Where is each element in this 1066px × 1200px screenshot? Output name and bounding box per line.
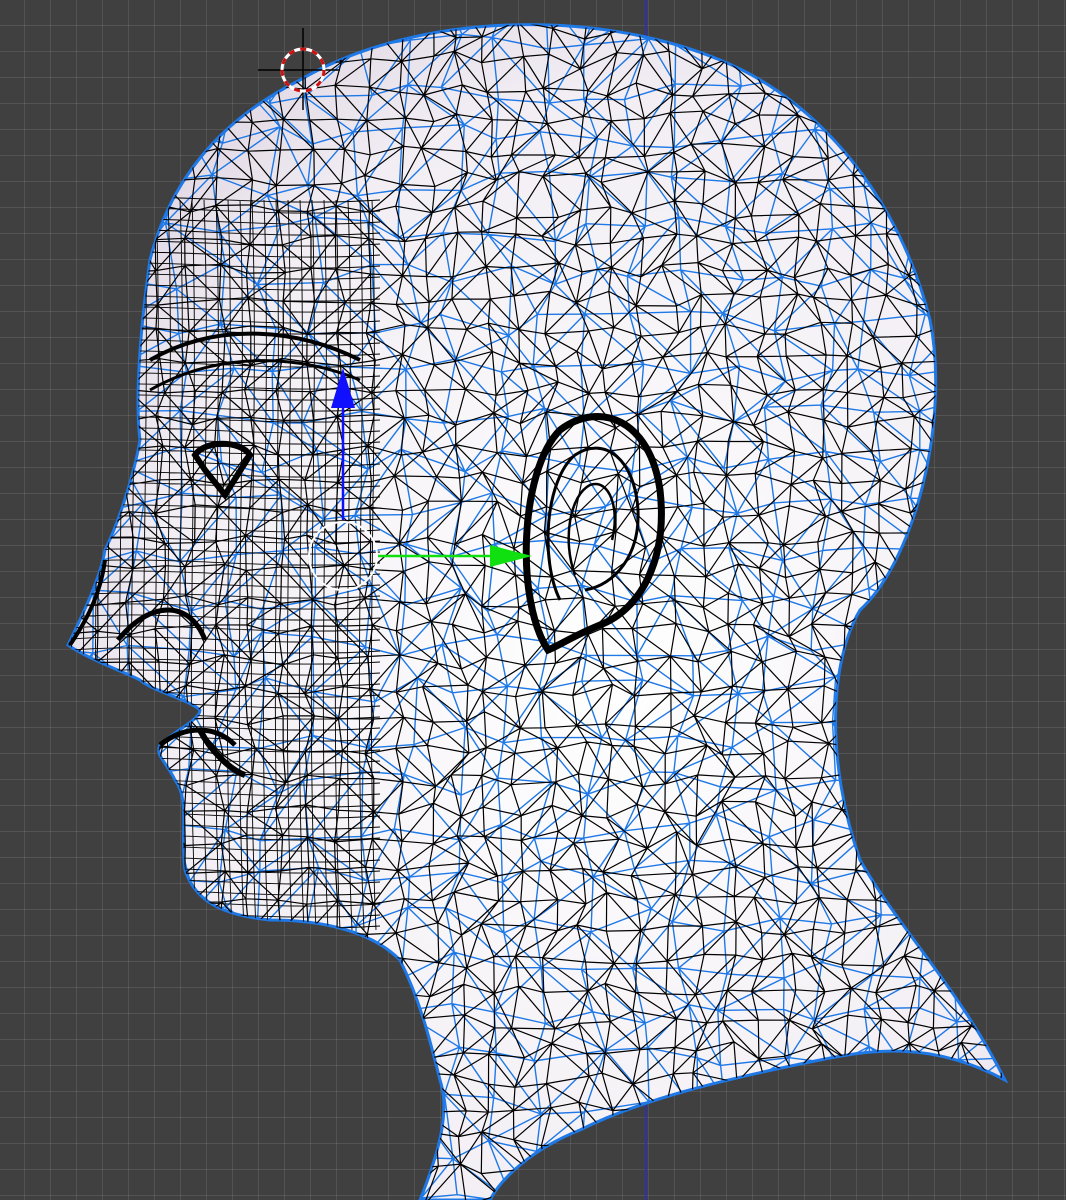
3d-viewport[interactable] [0, 0, 1066, 1200]
viewport-scene[interactable] [0, 0, 1066, 1200]
